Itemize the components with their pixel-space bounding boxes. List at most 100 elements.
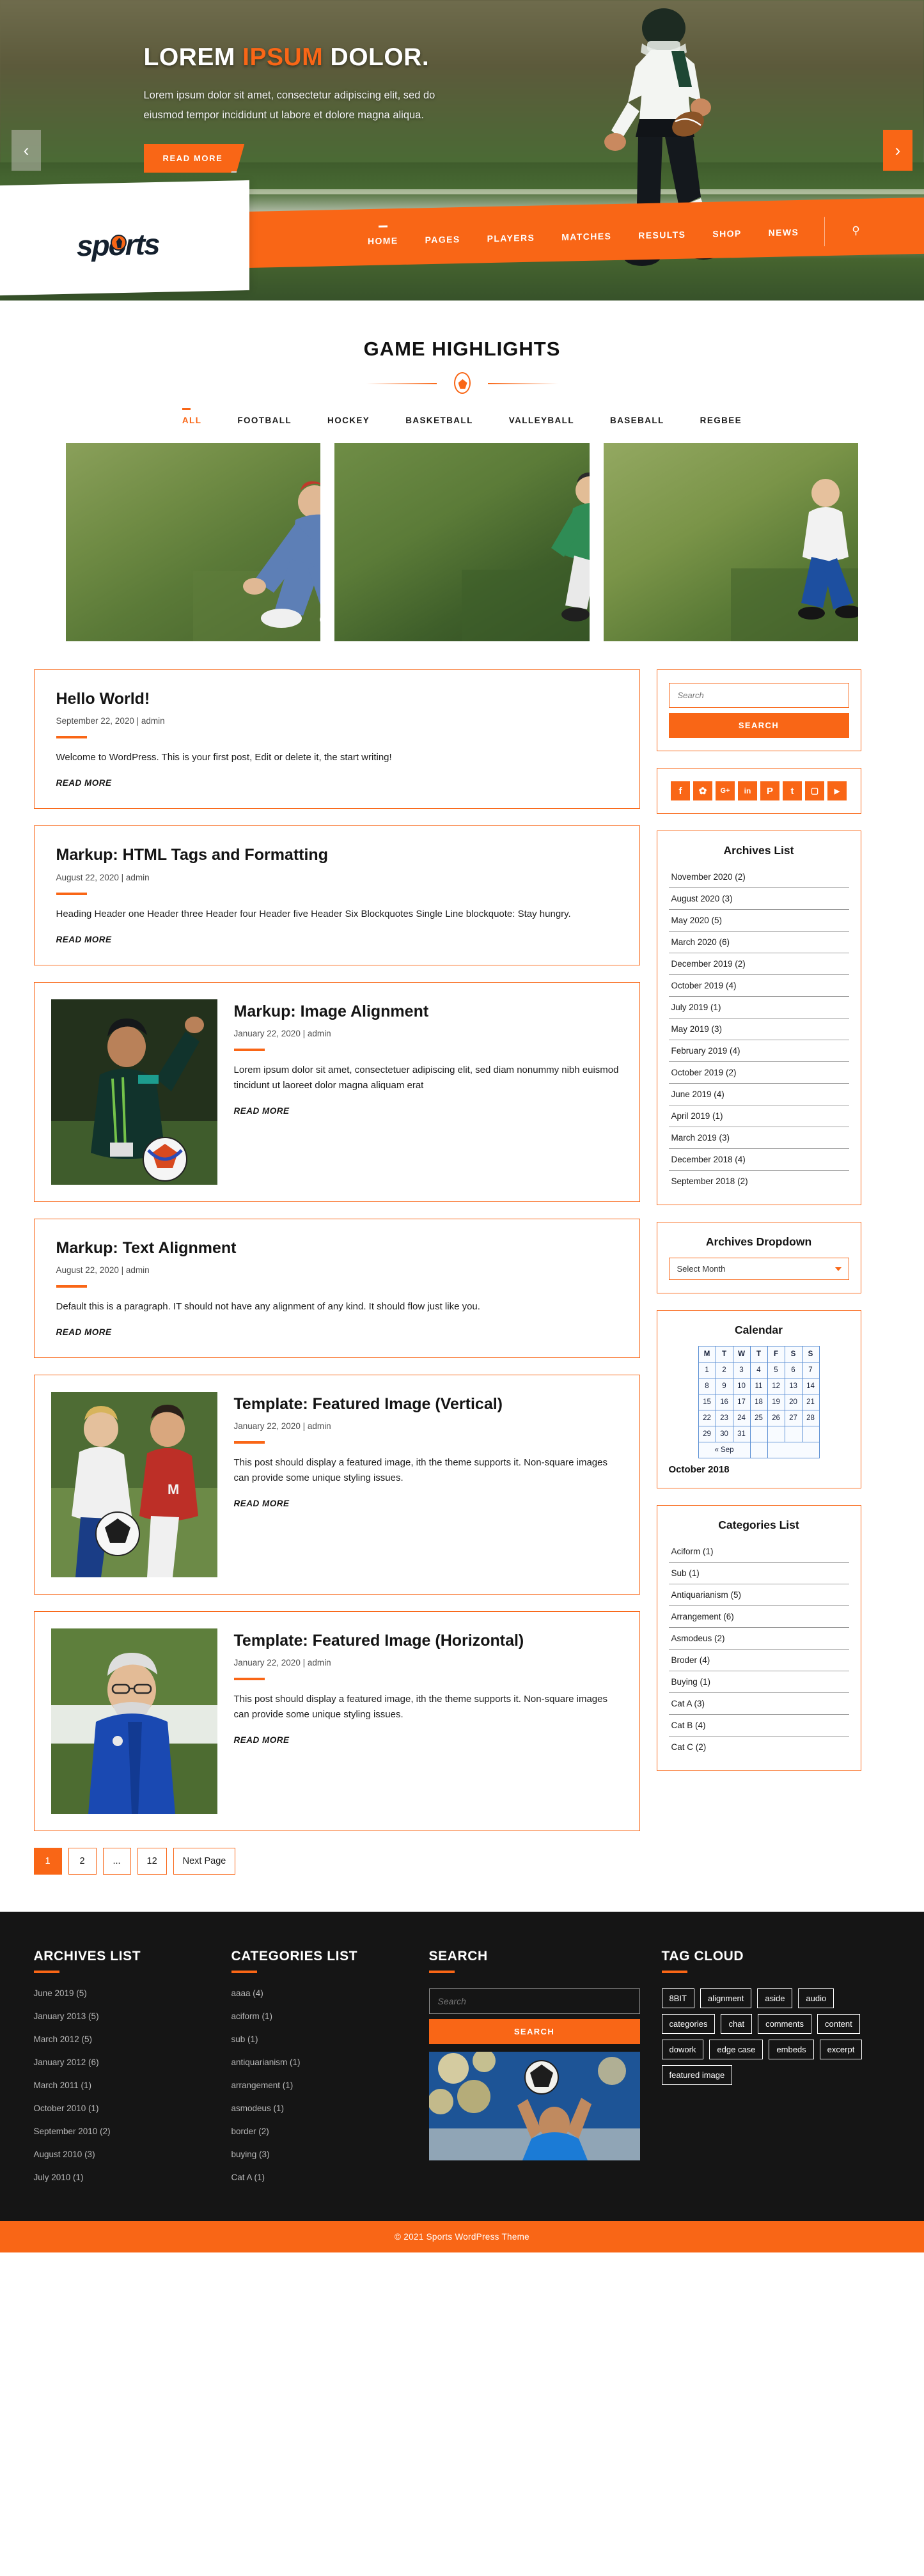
post-thumbnail[interactable] bbox=[51, 999, 217, 1185]
calendar-day[interactable]: 2 bbox=[715, 1362, 733, 1378]
search-input[interactable] bbox=[668, 683, 849, 708]
nav-item-results[interactable]: RESULTS bbox=[638, 226, 687, 245]
calendar-day[interactable]: 14 bbox=[801, 1378, 820, 1394]
highlight-image-1[interactable] bbox=[65, 443, 321, 641]
footer-category-item[interactable]: sub (1) bbox=[231, 2034, 407, 2044]
calendar-day[interactable]: 17 bbox=[732, 1394, 751, 1410]
calendar-day[interactable]: 27 bbox=[784, 1410, 803, 1426]
calendar-day[interactable]: 30 bbox=[715, 1426, 733, 1442]
archive-item[interactable]: September 2018 (2) bbox=[669, 1171, 849, 1192]
google-plus-icon[interactable]: G+ bbox=[716, 781, 735, 800]
footer-category-item[interactable]: border (2) bbox=[231, 2127, 407, 2136]
facebook-icon[interactable]: f bbox=[671, 781, 690, 800]
tag-aside[interactable]: aside bbox=[757, 1988, 793, 2008]
footer-archive-item[interactable]: January 2013 (5) bbox=[34, 2011, 210, 2021]
category-item[interactable]: Sub (1) bbox=[668, 1563, 849, 1584]
page-button-12[interactable]: 12 bbox=[137, 1847, 167, 1875]
post-read-more-link[interactable]: READ MORE bbox=[56, 935, 112, 944]
calendar-day[interactable]: 21 bbox=[801, 1394, 820, 1410]
footer-search-input[interactable] bbox=[428, 1988, 640, 2014]
post-read-more-link[interactable]: READ MORE bbox=[234, 1499, 290, 1508]
tumblr-icon[interactable]: t bbox=[783, 781, 802, 800]
post-read-more-link[interactable]: READ MORE bbox=[56, 1327, 112, 1337]
page-button-1[interactable]: 1 bbox=[33, 1847, 62, 1875]
calendar-day[interactable]: 7 bbox=[801, 1362, 820, 1378]
footer-category-item[interactable]: arrangement (1) bbox=[231, 2080, 407, 2090]
calendar-day[interactable]: 10 bbox=[732, 1378, 751, 1394]
tag-comments[interactable]: comments bbox=[758, 2013, 812, 2034]
nav-item-home[interactable]: HOME bbox=[366, 231, 400, 250]
post-read-more-link[interactable]: READ MORE bbox=[56, 778, 112, 788]
footer-category-item[interactable]: antiquarianism (1) bbox=[231, 2057, 407, 2067]
instagram-icon[interactable]: ▢ bbox=[805, 781, 824, 800]
tag-embeds[interactable]: embeds bbox=[769, 2039, 814, 2059]
calendar-day[interactable]: 26 bbox=[767, 1410, 785, 1426]
post-title[interactable]: Template: Featured Image (Vertical) bbox=[234, 1394, 623, 1414]
filter-all[interactable]: ALL bbox=[182, 408, 201, 425]
search-icon[interactable]: ⚲ bbox=[852, 224, 860, 237]
pinterest-icon[interactable]: P bbox=[760, 781, 779, 800]
archive-item[interactable]: October 2019 (4) bbox=[668, 975, 849, 997]
twitter-icon[interactable]: ✿ bbox=[693, 781, 712, 800]
nav-item-matches[interactable]: MATCHES bbox=[561, 227, 613, 246]
footer-category-item[interactable]: buying (3) bbox=[231, 2150, 407, 2159]
calendar-day[interactable]: 6 bbox=[784, 1362, 803, 1378]
tag-excerpt[interactable]: excerpt bbox=[819, 2039, 863, 2059]
post-thumbnail[interactable]: M bbox=[51, 1391, 217, 1577]
nav-item-news[interactable]: NEWS bbox=[767, 223, 801, 242]
calendar-day[interactable]: 29 bbox=[698, 1426, 716, 1442]
footer-archive-item[interactable]: March 2012 (5) bbox=[34, 2034, 210, 2044]
calendar-day[interactable]: 11 bbox=[749, 1378, 768, 1394]
footer-category-item[interactable]: aciform (1) bbox=[231, 2011, 407, 2021]
post-title[interactable]: Markup: HTML Tags and Formatting bbox=[56, 845, 618, 865]
category-item[interactable]: Broder (4) bbox=[668, 1650, 849, 1671]
calendar-day[interactable]: 3 bbox=[732, 1362, 751, 1378]
calendar-day[interactable]: 19 bbox=[767, 1394, 785, 1410]
category-item[interactable]: Cat C (2) bbox=[669, 1737, 849, 1758]
archive-item[interactable]: November 2020 (2) bbox=[668, 866, 849, 888]
footer-archive-item[interactable]: January 2012 (6) bbox=[34, 2057, 210, 2067]
category-item[interactable]: Cat B (4) bbox=[668, 1715, 849, 1737]
hero-next-button[interactable]: › bbox=[883, 130, 912, 171]
calendar-day[interactable]: 15 bbox=[698, 1394, 716, 1410]
calendar-day[interactable]: 20 bbox=[784, 1394, 803, 1410]
tag-chat[interactable]: chat bbox=[721, 2013, 753, 2034]
calendar-day[interactable]: 1 bbox=[698, 1362, 716, 1378]
footer-archive-item[interactable]: September 2010 (2) bbox=[34, 2127, 210, 2136]
archive-item[interactable]: March 2019 (3) bbox=[668, 1127, 849, 1149]
archive-item[interactable]: May 2019 (3) bbox=[668, 1019, 849, 1040]
hero-read-more-button[interactable]: READ MORE bbox=[143, 144, 245, 173]
next-page-button[interactable]: Next Page bbox=[173, 1847, 236, 1875]
archive-item[interactable]: February 2019 (4) bbox=[668, 1040, 849, 1062]
site-logo[interactable]: sports bbox=[77, 227, 159, 263]
archive-item[interactable]: August 2020 (3) bbox=[668, 888, 849, 910]
tag-featured-image[interactable]: featured image bbox=[661, 2065, 733, 2085]
footer-category-item[interactable]: aaaa (4) bbox=[231, 1988, 407, 1998]
post-read-more-link[interactable]: READ MORE bbox=[234, 1735, 290, 1745]
calendar-prev-month-link[interactable]: « Sep bbox=[698, 1442, 751, 1458]
category-item[interactable]: Antiquarianism (5) bbox=[668, 1584, 849, 1606]
archive-item[interactable]: December 2019 (2) bbox=[668, 953, 849, 975]
nav-item-players[interactable]: PLAYERS bbox=[486, 229, 536, 248]
post-thumbnail[interactable] bbox=[51, 1628, 217, 1814]
post-title[interactable]: Template: Featured Image (Horizontal) bbox=[234, 1631, 623, 1651]
post-title[interactable]: Markup: Text Alignment bbox=[56, 1238, 618, 1258]
page-button-2[interactable]: 2 bbox=[68, 1847, 97, 1875]
footer-archive-item[interactable]: March 2011 (1) bbox=[34, 2080, 210, 2090]
category-item[interactable]: Aciform (1) bbox=[668, 1541, 849, 1563]
tag-dowork[interactable]: dowork bbox=[661, 2039, 704, 2059]
page-button-ellipsis[interactable]: ... bbox=[102, 1847, 131, 1875]
footer-archive-item[interactable]: July 2010 (1) bbox=[34, 2173, 210, 2182]
filter-hockey[interactable]: HOCKEY bbox=[327, 410, 370, 425]
post-title[interactable]: Hello World! bbox=[56, 689, 618, 709]
archive-item[interactable]: October 2019 (2) bbox=[668, 1062, 849, 1084]
calendar-day[interactable]: 25 bbox=[749, 1410, 768, 1426]
archive-item[interactable]: April 2019 (1) bbox=[668, 1105, 849, 1127]
footer-archive-item[interactable]: August 2010 (3) bbox=[34, 2150, 210, 2159]
footer-archive-item[interactable]: October 2010 (1) bbox=[34, 2104, 210, 2113]
calendar-day[interactable]: 28 bbox=[801, 1410, 820, 1426]
calendar-day[interactable]: 9 bbox=[715, 1378, 733, 1394]
calendar-day[interactable]: 23 bbox=[715, 1410, 733, 1426]
archive-item[interactable]: March 2020 (6) bbox=[668, 932, 849, 953]
calendar-day[interactable]: 4 bbox=[749, 1362, 768, 1378]
